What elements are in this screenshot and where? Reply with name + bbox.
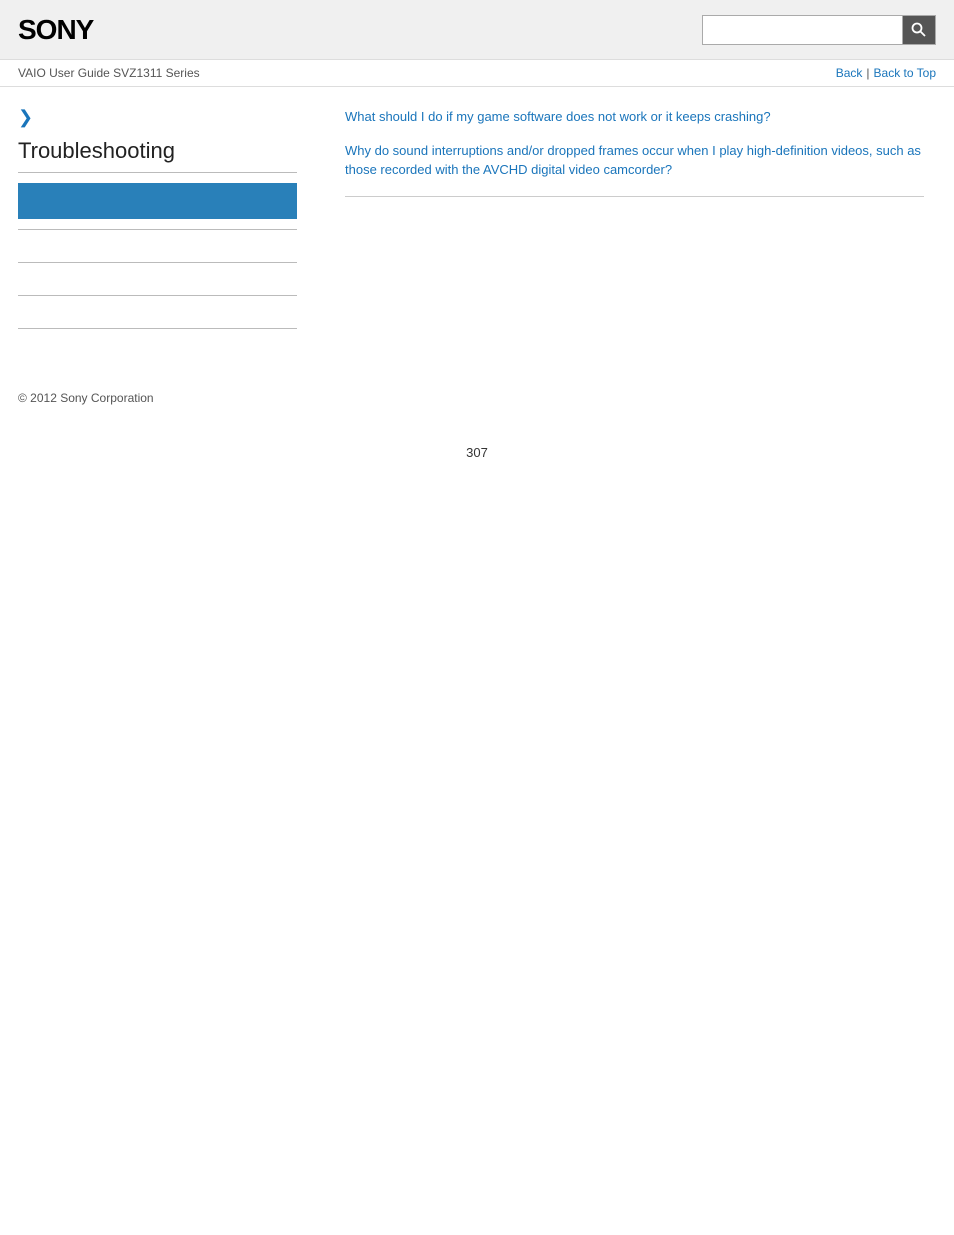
content-divider xyxy=(345,196,924,197)
back-to-top-link[interactable]: Back to Top xyxy=(874,66,936,80)
sidebar-divider-1 xyxy=(18,229,297,230)
content-link-2[interactable]: Why do sound interruptions and/or droppe… xyxy=(345,141,924,180)
search-button[interactable] xyxy=(902,15,936,45)
sidebar-title: Troubleshooting xyxy=(18,138,297,173)
page-header: SONY xyxy=(0,0,954,60)
search-input[interactable] xyxy=(702,15,902,45)
content-link-1[interactable]: What should I do if my game software doe… xyxy=(345,107,924,127)
sidebar-divider-4 xyxy=(18,328,297,329)
nav-links: Back | Back to Top xyxy=(836,66,936,80)
sidebar-link-1[interactable] xyxy=(18,240,297,252)
sidebar-link-3[interactable] xyxy=(18,306,297,318)
sidebar: ❯ Troubleshooting xyxy=(0,87,315,371)
copyright-text: © 2012 Sony Corporation xyxy=(18,391,154,405)
sidebar-divider-3 xyxy=(18,295,297,296)
search-icon xyxy=(911,22,927,38)
nav-bar: VAIO User Guide SVZ1311 Series Back | Ba… xyxy=(0,60,954,87)
sony-logo: SONY xyxy=(18,14,93,46)
nav-separator: | xyxy=(866,66,869,80)
back-link[interactable]: Back xyxy=(836,66,863,80)
page-number: 307 xyxy=(0,425,954,480)
breadcrumb: VAIO User Guide SVZ1311 Series xyxy=(18,66,200,80)
search-area xyxy=(702,15,936,45)
expand-arrow[interactable]: ❯ xyxy=(18,107,297,138)
sidebar-link-2[interactable] xyxy=(18,273,297,285)
page-footer: © 2012 Sony Corporation xyxy=(0,371,954,425)
sidebar-divider-2 xyxy=(18,262,297,263)
content-area: What should I do if my game software doe… xyxy=(315,87,954,371)
sidebar-active-item[interactable] xyxy=(18,183,297,219)
main-content: ❯ Troubleshooting What should I do if my… xyxy=(0,87,954,371)
sidebar-link-4[interactable] xyxy=(18,339,297,351)
